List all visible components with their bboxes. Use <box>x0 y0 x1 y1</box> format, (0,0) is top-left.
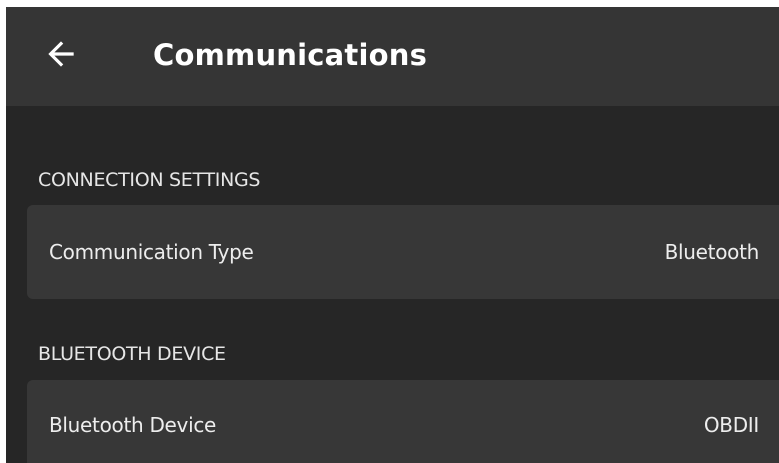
back-button[interactable] <box>36 32 86 76</box>
section-header-bluetooth-device: BLUETOOTH DEVICE <box>38 343 226 365</box>
settings-card-bluetooth: Bluetooth Device OBDII <box>27 380 779 463</box>
section-header-connection-settings: CONNECTION SETTINGS <box>38 169 261 191</box>
bluetooth-device-label: Bluetooth Device <box>49 413 217 437</box>
page-title: Communications <box>153 38 428 72</box>
screen: Communications CONNECTION SETTINGS Commu… <box>6 7 779 463</box>
bluetooth-device-value: OBDII <box>703 413 759 437</box>
arrow-left-icon <box>48 41 74 67</box>
app-bar: Communications <box>6 7 779 106</box>
bluetooth-device-row[interactable]: Bluetooth Device OBDII <box>27 380 779 463</box>
communication-type-value: Bluetooth <box>664 240 760 264</box>
settings-card-connection: Communication Type Bluetooth <box>27 205 779 299</box>
communication-type-row[interactable]: Communication Type Bluetooth <box>27 205 779 299</box>
communication-type-label: Communication Type <box>49 240 254 264</box>
